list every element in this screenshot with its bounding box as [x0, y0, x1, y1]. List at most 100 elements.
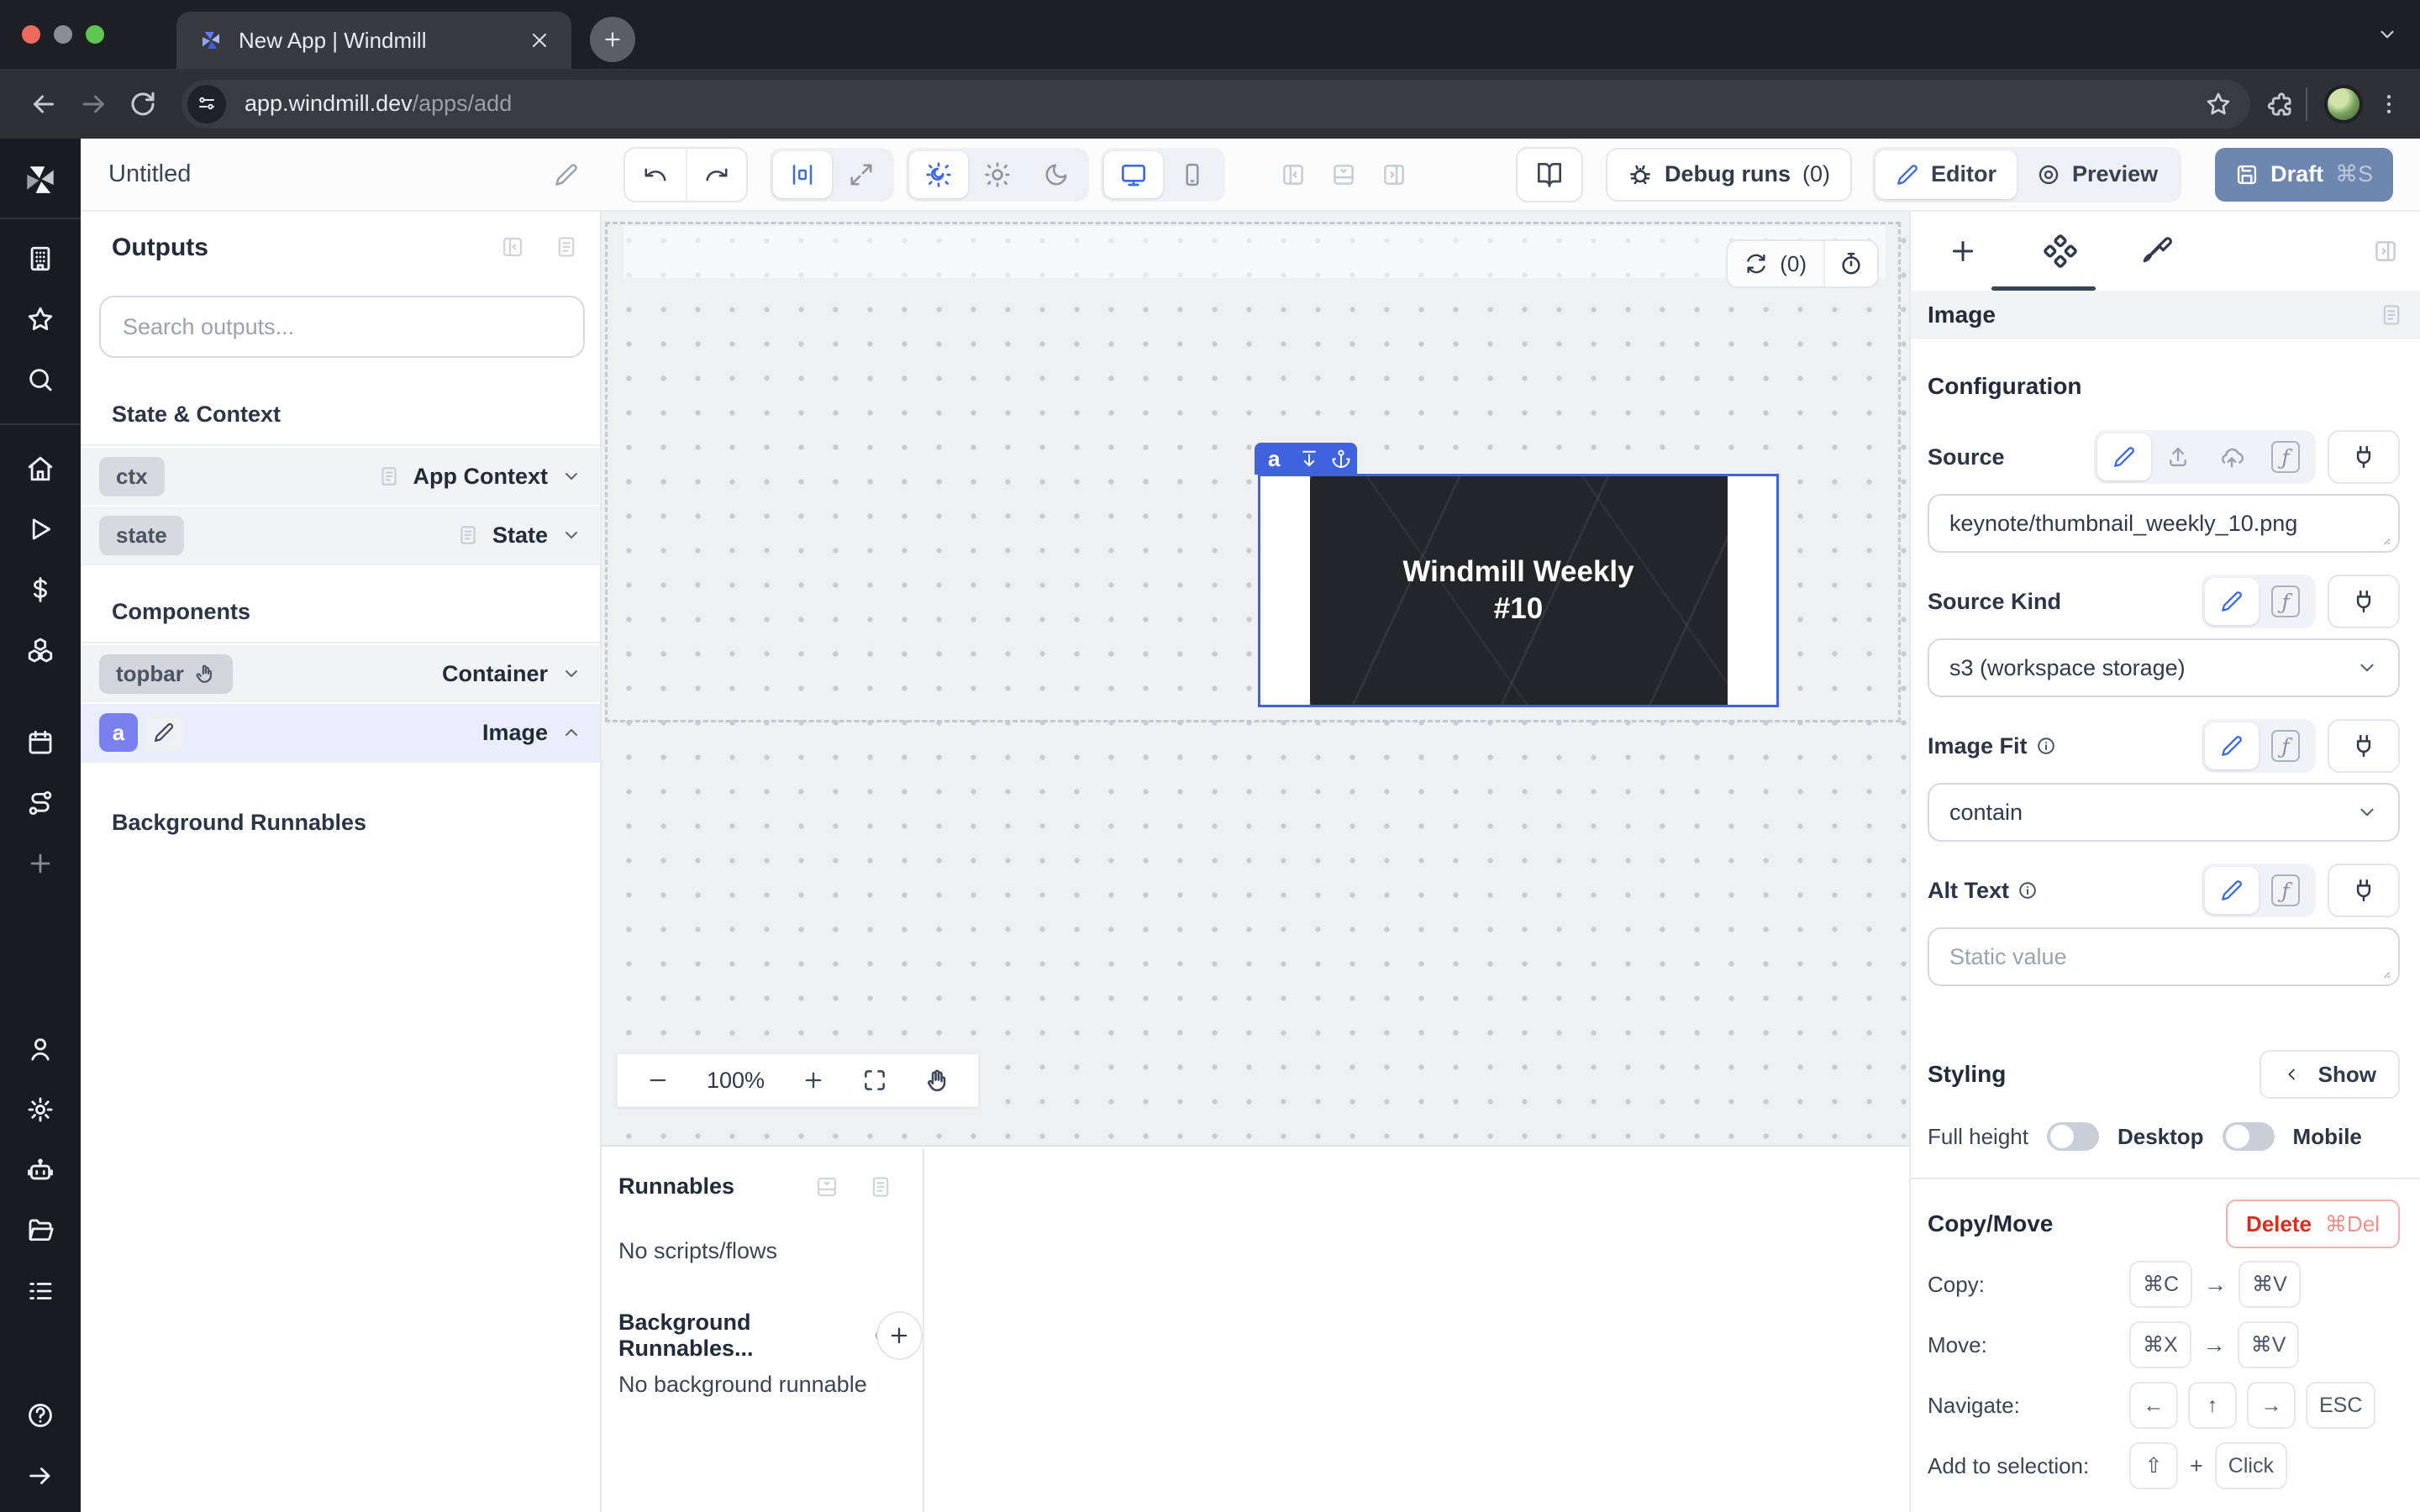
docs-button[interactable]: [1516, 147, 1583, 202]
resize-grip-icon[interactable]: [2375, 529, 2391, 546]
folders-icon[interactable]: [26, 1216, 55, 1245]
browser-tab[interactable]: New App | Windmill: [176, 12, 571, 69]
expand-down-icon[interactable]: [1299, 449, 1319, 469]
zoom-level[interactable]: 100%: [707, 1068, 765, 1094]
flows-icon[interactable]: [26, 789, 55, 817]
image-fit-eval-toggle[interactable]: ƒ: [2259, 722, 2312, 769]
bookmark-star-icon[interactable]: [2205, 91, 2232, 118]
centered-layout-toggle[interactable]: [773, 151, 832, 198]
source-kind-select[interactable]: s3 (workspace storage): [1928, 638, 2400, 697]
topbar-container-region[interactable]: [623, 226, 1886, 278]
maximize-window-button[interactable]: [86, 25, 104, 44]
collapse-inspector-icon[interactable]: [2373, 239, 2398, 264]
toggle-bottom-panel-icon[interactable]: [1331, 162, 1356, 187]
url-bar[interactable]: app.windmill.dev/apps/add: [182, 80, 2250, 129]
app-title-wrap[interactable]: Untitled: [108, 160, 579, 188]
settings-tab-active[interactable]: [2042, 233, 2079, 270]
favorites-icon[interactable]: [26, 305, 55, 333]
editor-tab[interactable]: Editor: [1876, 150, 2017, 199]
full-height-mobile-toggle[interactable]: [2223, 1122, 2275, 1151]
history-button[interactable]: [1823, 241, 1877, 286]
runs-icon[interactable]: [26, 515, 55, 543]
logs-icon[interactable]: [26, 1277, 55, 1305]
mobile-view-toggle[interactable]: [1163, 151, 1222, 198]
pan-hand-icon[interactable]: [924, 1068, 950, 1093]
theme-light-toggle[interactable]: [968, 151, 1027, 198]
source-kind-eval-toggle[interactable]: ƒ: [2259, 578, 2312, 625]
draft-button[interactable]: Draft ⌘S: [2215, 148, 2393, 202]
component-a-badge[interactable]: a: [99, 713, 138, 752]
forward-icon[interactable]: [76, 89, 113, 119]
image-fit-select[interactable]: contain: [1928, 783, 2400, 842]
add-background-runnable-button[interactable]: [876, 1311, 923, 1360]
undo-button[interactable]: [625, 149, 686, 201]
close-tab-icon[interactable]: [529, 30, 550, 50]
component-a-chevron-icon[interactable]: [561, 722, 581, 743]
topbar-chevron-icon[interactable]: [561, 664, 581, 684]
insert-component-tab[interactable]: [1944, 233, 1981, 270]
search-outputs-input[interactable]: [99, 296, 585, 358]
runnables-doc-icon[interactable]: [869, 1175, 892, 1199]
browser-menu-icon[interactable]: [2376, 92, 2402, 117]
preview-tab[interactable]: Preview: [2017, 150, 2178, 199]
recompute-all-button[interactable]: (0): [1728, 241, 1823, 286]
add-icon[interactable]: [26, 849, 55, 878]
profile-avatar[interactable]: [2324, 85, 2363, 123]
fit-view-icon[interactable]: [862, 1068, 887, 1093]
outputs-doc-icon[interactable]: [555, 235, 578, 259]
rename-pencil-icon[interactable]: [554, 162, 579, 187]
help-icon[interactable]: [26, 1401, 55, 1430]
component-row-topbar[interactable]: topbar Container: [81, 643, 600, 702]
source-input[interactable]: keynote/thumbnail_weekly_10.png: [1928, 494, 2400, 553]
image-fit-connect-button[interactable]: [2328, 719, 2400, 773]
home-icon[interactable]: [26, 454, 55, 483]
source-upload-toggle[interactable]: [2151, 433, 2205, 480]
debug-runs-button[interactable]: Debug runs (0): [1606, 148, 1852, 202]
output-row-ctx[interactable]: ctx App Context: [81, 446, 600, 505]
tab-search-chevron-icon[interactable]: [2376, 24, 2398, 45]
app-title[interactable]: Untitled: [108, 160, 191, 188]
close-window-button[interactable]: [22, 25, 40, 44]
component-doc-icon[interactable]: [2380, 303, 2403, 327]
expand-rail-icon[interactable]: [26, 1462, 55, 1490]
toggle-right-panel-icon[interactable]: [1381, 162, 1407, 187]
source-connect-button[interactable]: [2328, 430, 2400, 484]
alt-text-input[interactable]: Static value: [1928, 927, 2400, 986]
window-controls[interactable]: [0, 0, 126, 69]
source-kind-connect-button[interactable]: [2328, 575, 2400, 628]
alt-resize-grip-icon[interactable]: [2375, 963, 2391, 979]
full-height-desktop-toggle[interactable]: [2047, 1122, 2099, 1151]
anchor-icon[interactable]: [1331, 449, 1351, 469]
extensions-icon[interactable]: [2265, 90, 2294, 118]
source-s3-toggle[interactable]: [2205, 433, 2259, 480]
show-styling-button[interactable]: Show: [2260, 1050, 2400, 1099]
minimize-window-button[interactable]: [54, 25, 72, 44]
image-fit-static-toggle[interactable]: [2205, 722, 2259, 769]
source-kind-static-toggle[interactable]: [2205, 578, 2259, 625]
alt-text-connect-button[interactable]: [2328, 864, 2400, 917]
source-eval-toggle[interactable]: ƒ: [2259, 433, 2312, 480]
state-badge[interactable]: state: [99, 516, 184, 555]
source-static-toggle[interactable]: [2097, 433, 2151, 480]
search-icon[interactable]: [26, 365, 55, 394]
alt-text-eval-toggle[interactable]: ƒ: [2259, 867, 2312, 914]
toggle-left-panel-icon[interactable]: [1281, 162, 1306, 187]
schedules-icon[interactable]: [26, 728, 55, 757]
variables-icon[interactable]: [26, 575, 55, 604]
delete-button[interactable]: Delete ⌘Del: [2226, 1200, 2400, 1248]
selected-image-component[interactable]: Windmill Weekly #10: [1258, 474, 1779, 707]
output-row-state[interactable]: state State: [81, 505, 600, 564]
component-row-a-selected[interactable]: a Image: [81, 702, 600, 761]
workspace-icon[interactable]: [26, 244, 55, 273]
workers-icon[interactable]: [26, 1156, 55, 1184]
windmill-logo[interactable]: [21, 160, 60, 199]
ctx-chevron-icon[interactable]: [561, 466, 581, 486]
back-icon[interactable]: [25, 89, 62, 119]
resources-icon[interactable]: [26, 636, 55, 664]
fullscreen-layout-toggle[interactable]: [832, 151, 891, 198]
desktop-view-toggle[interactable]: [1104, 151, 1163, 198]
site-settings-chip[interactable]: [187, 85, 226, 123]
state-chevron-icon[interactable]: [561, 525, 581, 545]
zoom-out-icon[interactable]: [646, 1068, 670, 1092]
topbar-badge[interactable]: topbar: [99, 654, 233, 694]
